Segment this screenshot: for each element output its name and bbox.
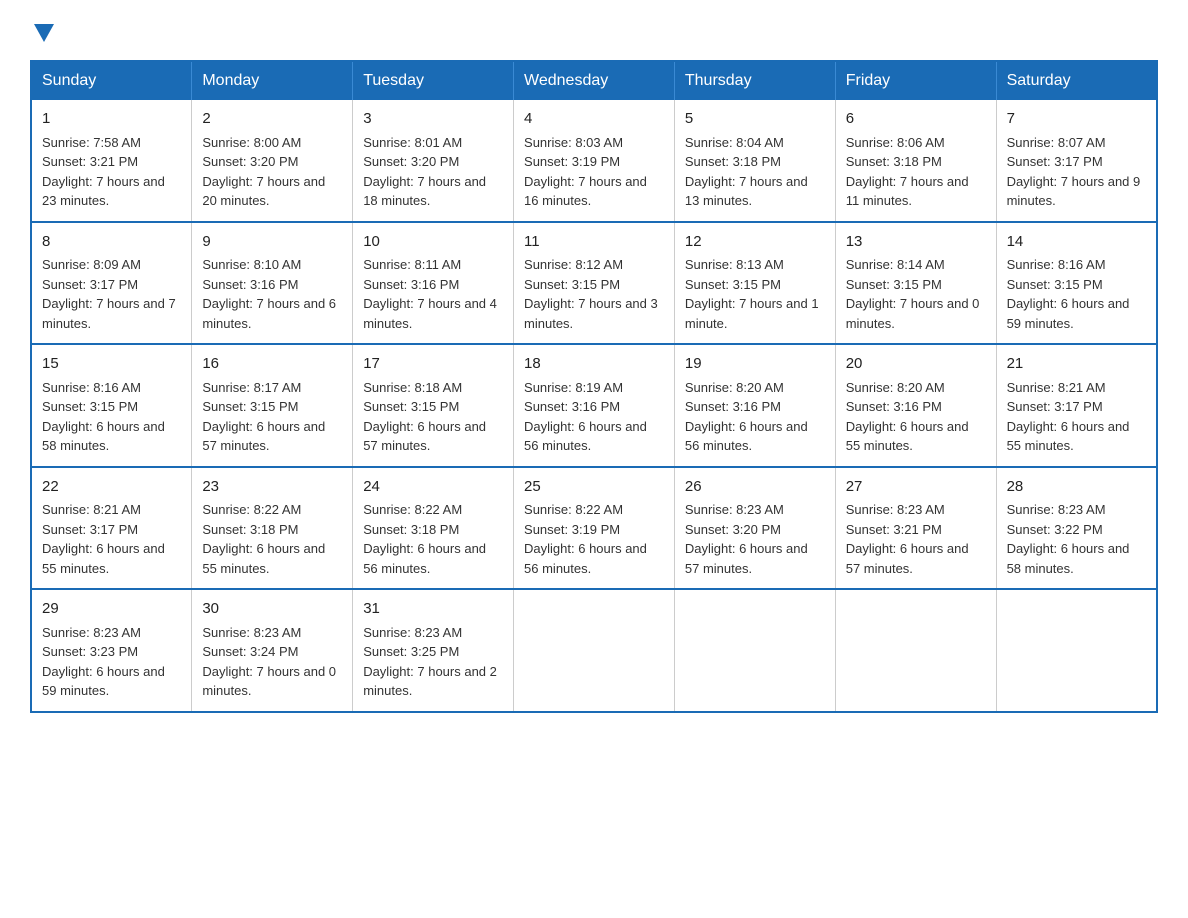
calendar-cell: 23Sunrise: 8:22 AMSunset: 3:18 PMDayligh… <box>192 467 353 590</box>
day-number: 10 <box>363 231 503 254</box>
day-number: 27 <box>846 476 986 499</box>
day-number: 25 <box>524 476 664 499</box>
day-number: 9 <box>202 231 342 254</box>
day-number: 20 <box>846 353 986 376</box>
calendar-cell: 19Sunrise: 8:20 AMSunset: 3:16 PMDayligh… <box>674 344 835 467</box>
calendar-cell: 14Sunrise: 8:16 AMSunset: 3:15 PMDayligh… <box>996 222 1157 345</box>
calendar-cell: 17Sunrise: 8:18 AMSunset: 3:15 PMDayligh… <box>353 344 514 467</box>
header-sunday: Sunday <box>31 61 192 100</box>
calendar-cell <box>674 589 835 712</box>
calendar-cell: 22Sunrise: 8:21 AMSunset: 3:17 PMDayligh… <box>31 467 192 590</box>
day-number: 12 <box>685 231 825 254</box>
day-number: 13 <box>846 231 986 254</box>
day-number: 15 <box>42 353 181 376</box>
day-number: 7 <box>1007 108 1146 131</box>
day-number: 19 <box>685 353 825 376</box>
calendar-cell: 10Sunrise: 8:11 AMSunset: 3:16 PMDayligh… <box>353 222 514 345</box>
header-tuesday: Tuesday <box>353 61 514 100</box>
calendar-cell: 4Sunrise: 8:03 AMSunset: 3:19 PMDaylight… <box>514 100 675 222</box>
day-number: 30 <box>202 598 342 621</box>
calendar-cell: 11Sunrise: 8:12 AMSunset: 3:15 PMDayligh… <box>514 222 675 345</box>
day-number: 29 <box>42 598 181 621</box>
day-number: 31 <box>363 598 503 621</box>
day-number: 21 <box>1007 353 1146 376</box>
calendar-cell: 12Sunrise: 8:13 AMSunset: 3:15 PMDayligh… <box>674 222 835 345</box>
day-number: 28 <box>1007 476 1146 499</box>
calendar-cell: 21Sunrise: 8:21 AMSunset: 3:17 PMDayligh… <box>996 344 1157 467</box>
calendar-cell: 29Sunrise: 8:23 AMSunset: 3:23 PMDayligh… <box>31 589 192 712</box>
calendar-cell: 1Sunrise: 7:58 AMSunset: 3:21 PMDaylight… <box>31 100 192 222</box>
calendar-cell: 5Sunrise: 8:04 AMSunset: 3:18 PMDaylight… <box>674 100 835 222</box>
day-number: 6 <box>846 108 986 131</box>
calendar-week-5: 29Sunrise: 8:23 AMSunset: 3:23 PMDayligh… <box>31 589 1157 712</box>
calendar-cell: 27Sunrise: 8:23 AMSunset: 3:21 PMDayligh… <box>835 467 996 590</box>
day-number: 14 <box>1007 231 1146 254</box>
calendar-cell: 25Sunrise: 8:22 AMSunset: 3:19 PMDayligh… <box>514 467 675 590</box>
day-number: 3 <box>363 108 503 131</box>
header-saturday: Saturday <box>996 61 1157 100</box>
calendar-header-row: SundayMondayTuesdayWednesdayThursdayFrid… <box>31 61 1157 100</box>
calendar-cell: 15Sunrise: 8:16 AMSunset: 3:15 PMDayligh… <box>31 344 192 467</box>
calendar-cell: 9Sunrise: 8:10 AMSunset: 3:16 PMDaylight… <box>192 222 353 345</box>
calendar-cell: 7Sunrise: 8:07 AMSunset: 3:17 PMDaylight… <box>996 100 1157 222</box>
calendar-cell <box>514 589 675 712</box>
day-number: 24 <box>363 476 503 499</box>
logo <box>30 20 54 42</box>
calendar-cell: 30Sunrise: 8:23 AMSunset: 3:24 PMDayligh… <box>192 589 353 712</box>
calendar-week-2: 8Sunrise: 8:09 AMSunset: 3:17 PMDaylight… <box>31 222 1157 345</box>
day-number: 17 <box>363 353 503 376</box>
calendar-cell: 24Sunrise: 8:22 AMSunset: 3:18 PMDayligh… <box>353 467 514 590</box>
day-number: 4 <box>524 108 664 131</box>
calendar-cell <box>996 589 1157 712</box>
calendar-cell: 8Sunrise: 8:09 AMSunset: 3:17 PMDaylight… <box>31 222 192 345</box>
calendar-cell <box>835 589 996 712</box>
calendar-cell: 13Sunrise: 8:14 AMSunset: 3:15 PMDayligh… <box>835 222 996 345</box>
calendar-week-1: 1Sunrise: 7:58 AMSunset: 3:21 PMDaylight… <box>31 100 1157 222</box>
calendar-week-3: 15Sunrise: 8:16 AMSunset: 3:15 PMDayligh… <box>31 344 1157 467</box>
calendar-week-4: 22Sunrise: 8:21 AMSunset: 3:17 PMDayligh… <box>31 467 1157 590</box>
day-number: 8 <box>42 231 181 254</box>
header-monday: Monday <box>192 61 353 100</box>
header-wednesday: Wednesday <box>514 61 675 100</box>
day-number: 18 <box>524 353 664 376</box>
calendar-cell: 2Sunrise: 8:00 AMSunset: 3:20 PMDaylight… <box>192 100 353 222</box>
calendar-cell: 18Sunrise: 8:19 AMSunset: 3:16 PMDayligh… <box>514 344 675 467</box>
day-number: 26 <box>685 476 825 499</box>
page-header <box>30 20 1158 42</box>
calendar-cell: 6Sunrise: 8:06 AMSunset: 3:18 PMDaylight… <box>835 100 996 222</box>
calendar-cell: 3Sunrise: 8:01 AMSunset: 3:20 PMDaylight… <box>353 100 514 222</box>
calendar-table: SundayMondayTuesdayWednesdayThursdayFrid… <box>30 60 1158 713</box>
day-number: 16 <box>202 353 342 376</box>
calendar-cell: 26Sunrise: 8:23 AMSunset: 3:20 PMDayligh… <box>674 467 835 590</box>
logo-triangle-icon <box>34 24 54 42</box>
header-friday: Friday <box>835 61 996 100</box>
calendar-cell: 28Sunrise: 8:23 AMSunset: 3:22 PMDayligh… <box>996 467 1157 590</box>
header-thursday: Thursday <box>674 61 835 100</box>
day-number: 2 <box>202 108 342 131</box>
day-number: 23 <box>202 476 342 499</box>
day-number: 11 <box>524 231 664 254</box>
calendar-cell: 16Sunrise: 8:17 AMSunset: 3:15 PMDayligh… <box>192 344 353 467</box>
calendar-cell: 31Sunrise: 8:23 AMSunset: 3:25 PMDayligh… <box>353 589 514 712</box>
calendar-cell: 20Sunrise: 8:20 AMSunset: 3:16 PMDayligh… <box>835 344 996 467</box>
day-number: 22 <box>42 476 181 499</box>
day-number: 5 <box>685 108 825 131</box>
day-number: 1 <box>42 108 181 131</box>
